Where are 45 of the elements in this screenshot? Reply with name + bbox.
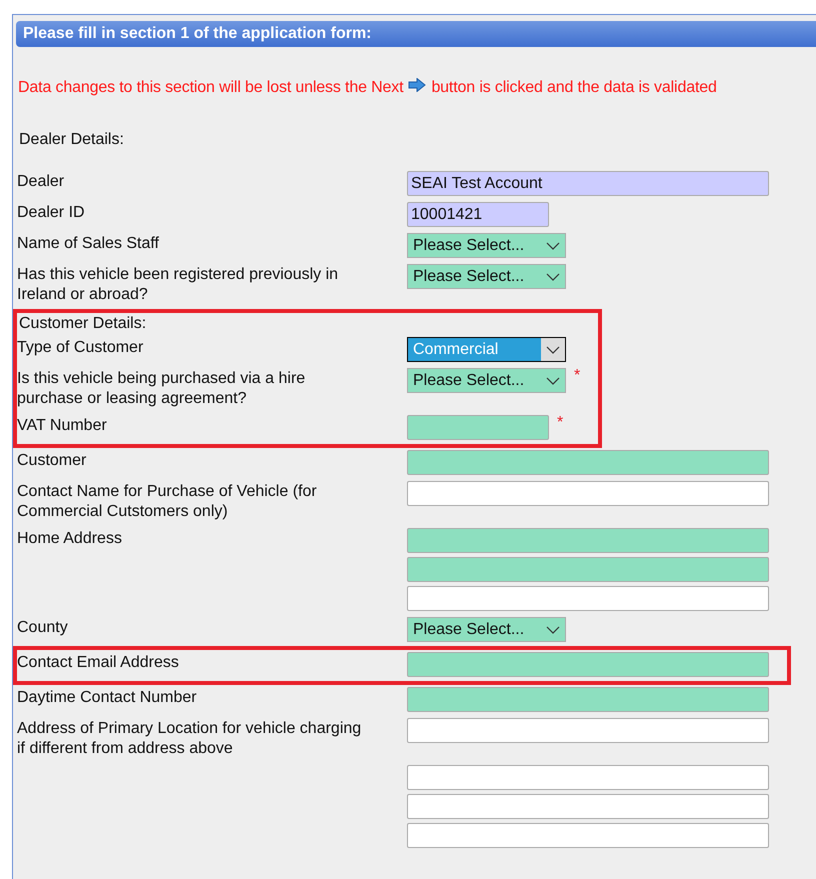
panel-title: Please fill in section 1 of the application form: [16, 21, 816, 47]
field-label: Has this vehicle been registered previously in Ireland or abroad? [17, 265, 340, 305]
input-field[interactable] [407, 718, 769, 743]
dropdown[interactable]: Please Select... [407, 264, 566, 289]
field-label: Address of Primary Location for vehicle charging if different from address above [17, 719, 362, 759]
required-mark: * [574, 368, 580, 384]
input-field[interactable] [407, 765, 769, 790]
chevron-down-icon [546, 376, 560, 384]
required-mark: * [557, 415, 564, 431]
field-label: Contact Email Address [17, 653, 180, 673]
input-field[interactable] [407, 823, 769, 848]
field-label: Type of Customer [17, 338, 144, 358]
input-field[interactable] [407, 794, 769, 819]
field-label: Name of Sales Staff [17, 234, 160, 254]
field-label: VAT Number [17, 416, 108, 436]
input-field[interactable]: SEAI Test Account [407, 171, 769, 196]
notice-text: Data changes to this section will be lost unless the Next [18, 79, 404, 97]
field-label: Home Address [17, 529, 123, 549]
chevron-down-icon [546, 272, 560, 280]
right-arrow-icon [408, 78, 426, 92]
field-label: Daytime Contact Number [17, 688, 198, 708]
field-label: Dealer ID [17, 203, 86, 223]
input-field[interactable]: 10001421 [407, 202, 549, 227]
chevron-down-icon [546, 626, 560, 634]
input-field[interactable] [407, 687, 769, 712]
section-heading: Customer Details: [18, 314, 148, 334]
field-label: Dealer [17, 172, 66, 192]
section-heading: Dealer Details: [18, 130, 125, 150]
field-label: Is this vehicle being purchased via a hire purchase or leasing agreement? [17, 369, 306, 409]
input-field[interactable] [407, 652, 769, 677]
field-label: County [17, 618, 69, 638]
field-label: Customer [17, 451, 88, 471]
input-field[interactable] [407, 415, 549, 440]
input-field[interactable] [407, 557, 769, 582]
input-field[interactable] [407, 586, 769, 611]
notice-text: button is clicked and the data is validated [431, 79, 717, 97]
input-field[interactable] [407, 481, 769, 506]
chevron-down-icon [546, 242, 560, 250]
dropdown[interactable]: Please Select... [407, 368, 566, 393]
field-label: Contact Name for Purchase of Vehicle (for Commercial Cutstomers only) [17, 482, 318, 522]
input-field[interactable] [407, 528, 769, 553]
chevron-down-icon [546, 346, 560, 354]
input-field[interactable] [407, 450, 769, 475]
dropdown[interactable]: Please Select... [407, 617, 566, 642]
dropdown[interactable]: Please Select... [407, 233, 566, 258]
